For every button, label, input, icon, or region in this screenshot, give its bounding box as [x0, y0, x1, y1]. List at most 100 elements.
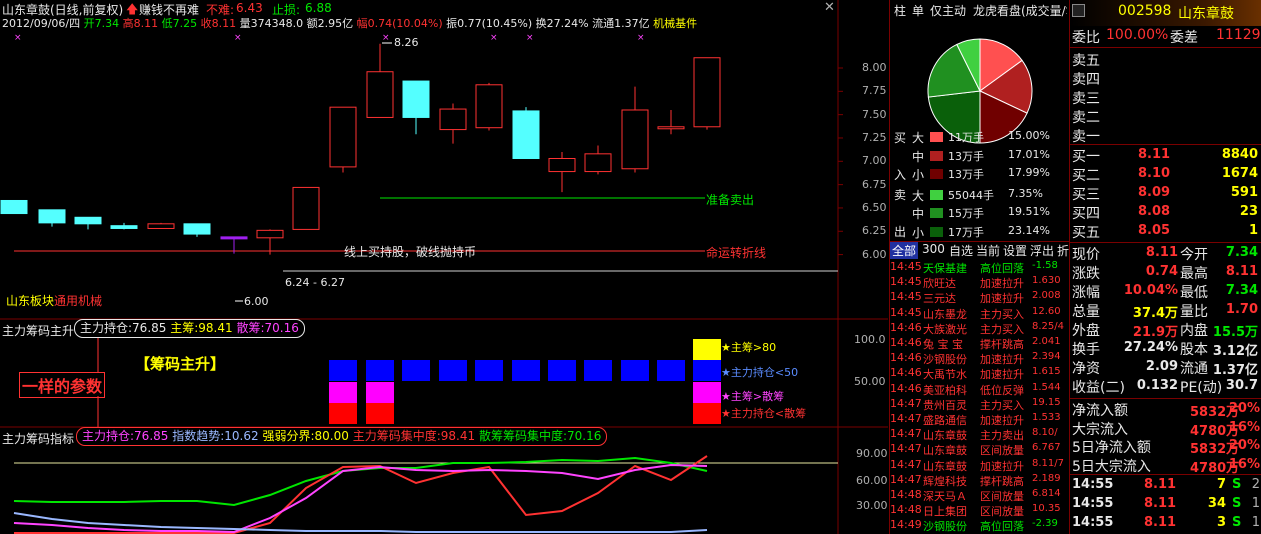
radar-value: 10.35 — [1032, 503, 1061, 515]
panel3-strong-label: 强弱分界: — [262, 429, 315, 443]
radar-stock[interactable]: 盛路通信 — [923, 412, 967, 428]
radar-action: 主力卖出 — [980, 429, 1024, 443]
radar-tab-float[interactable]: 浮出 — [1030, 242, 1054, 259]
stat-label: 最高 — [1180, 266, 1208, 282]
signal-block — [584, 360, 612, 381]
signal-marker: × — [637, 33, 645, 43]
signal-block — [475, 360, 503, 381]
panel3-main-label: 主力筹码集中度: — [352, 429, 441, 443]
stat-value: 7.34 — [1225, 245, 1258, 260]
close-icon[interactable]: ✕ — [824, 0, 835, 15]
flow-amount: 15万手 — [948, 207, 984, 220]
panel3-strong-value: 80.00 — [314, 429, 349, 443]
price-tick-label: 6.25 — [862, 224, 887, 238]
flow-size: 中 — [912, 207, 925, 221]
radar-stock[interactable]: 三元达 — [923, 290, 956, 306]
stat-label: 现价 — [1072, 247, 1100, 263]
radar-stock[interactable]: 沙钢股份 — [923, 518, 967, 534]
radar-tab-watch[interactable]: 自选 — [949, 242, 973, 259]
radar-time: 14:49 — [890, 518, 922, 532]
radar-stock[interactable]: 辉煌科技 — [923, 473, 967, 489]
bid-volume: 1 — [1248, 223, 1258, 238]
radar-stock[interactable]: 沙钢股份 — [923, 351, 967, 367]
radar-value: 1.615 — [1032, 366, 1061, 378]
signal-block — [621, 360, 649, 381]
radar-stock[interactable]: 美亚柏科 — [923, 382, 967, 398]
radar-stock[interactable]: 欣旺达 — [923, 275, 956, 291]
candle-body — [621, 109, 649, 170]
radar-tab-current[interactable]: 当前 — [976, 242, 1000, 259]
bid-volume: 1674 — [1221, 166, 1258, 181]
center-annotation: 线上买持股，破线抛持币 — [344, 245, 477, 259]
radar-value: 8.10/ — [1032, 427, 1058, 439]
flow-pct: 16% — [1228, 456, 1260, 472]
stat-label: 净资 — [1072, 361, 1100, 377]
stat-value: 1.70 — [1225, 302, 1258, 317]
radar-value: -1.58 — [1032, 260, 1058, 271]
stat-value: 3.12亿 — [1212, 344, 1258, 359]
range-label: 6.24 - 6.27 — [285, 276, 345, 289]
radar-stock[interactable]: 大禹节水 — [923, 366, 967, 382]
signal-block — [693, 403, 721, 424]
stat-value: 27.24% — [1123, 340, 1178, 355]
radar-tab-fold[interactable]: 折 — [1057, 242, 1069, 259]
signal-block — [366, 360, 394, 381]
sell-annotation: 准备卖出 — [706, 193, 755, 207]
diff-label: 委差 — [1170, 30, 1198, 46]
flow-pct: 16% — [1228, 419, 1260, 435]
radar-stock[interactable]: 山东墨龙 — [923, 306, 967, 322]
radar-stock[interactable]: 日上集团 — [923, 503, 967, 519]
signal-marker: × — [490, 33, 498, 43]
flow-pct: 7.35% — [1008, 186, 1043, 200]
radar-stock[interactable]: 山东章鼓 — [923, 427, 967, 443]
radar-time: 14:45 — [890, 290, 922, 304]
flow-pct: 23.14% — [1008, 223, 1050, 237]
quote-bar: 2012/09/06/四 开7.34 高8.11 低7.25 收8.11 量37… — [2, 15, 697, 31]
flow-size: 小 — [912, 168, 925, 182]
panel3-legend-box: 主力持仓:76.85 指数趋势:10.62 强弱分界:80.00 主力筹码集中度… — [76, 427, 608, 446]
candle-body — [38, 209, 66, 224]
chart-area[interactable]: × × × × × × 山东章鼓(日线,前复权) 🡅 赚钱不再难 不难: 6.43 止损:… — [0, 0, 888, 534]
stat-label: 涨跌 — [1072, 266, 1100, 282]
radar-action: 区间放量 — [980, 444, 1024, 458]
radar-stock[interactable]: 天保基建 — [923, 260, 967, 276]
kline-chart[interactable]: × × × × × × — [0, 0, 888, 534]
radar-tab-settings[interactable]: 设置 — [1003, 242, 1027, 259]
radar-stock[interactable]: 兔 宝 宝 — [923, 336, 963, 352]
diff-value: 11129 — [1216, 27, 1261, 43]
legend-hold-lt-50: ★主力持仓<50 — [721, 366, 799, 379]
quote-float: 流通1.37亿 — [592, 17, 650, 30]
tick-price: 8.11 — [1144, 515, 1177, 530]
window-icon[interactable] — [1072, 4, 1085, 17]
quote-header: 002598 山东章鼓 — [1070, 0, 1261, 26]
radar-stock[interactable]: 山东章鼓 — [923, 458, 967, 474]
candle-body — [657, 126, 685, 130]
signal-block — [329, 382, 357, 403]
radar-stock[interactable]: 大族激光 — [923, 321, 967, 337]
panel3-hold-label: 主力持仓: — [82, 429, 135, 443]
candle-body — [512, 110, 540, 160]
bid-volume: 591 — [1230, 185, 1258, 200]
radar-stock[interactable]: 山东章鼓 — [923, 442, 967, 458]
indicator-line — [13, 456, 708, 507]
ask-level: 卖二 — [1072, 110, 1100, 126]
radar-tab-300[interactable]: 300 — [922, 242, 945, 256]
signal-block — [329, 403, 357, 424]
candle-body — [74, 216, 102, 225]
price-tick-label: 7.50 — [862, 107, 887, 121]
candle-body — [183, 223, 211, 235]
bid-volume: 8840 — [1221, 147, 1258, 162]
panel3-trend-value: 10.62 — [224, 429, 259, 443]
radar-tab-all[interactable]: 全部 — [890, 242, 919, 259]
radar-stock[interactable]: 贵州百灵 — [923, 397, 967, 413]
radar-stock[interactable]: 深天马Ａ — [923, 488, 967, 504]
block-shandong[interactable]: 山东板块 — [6, 292, 54, 309]
radar-time: 14:47 — [890, 442, 922, 456]
radar-time: 14:46 — [890, 320, 922, 334]
stat-value: 0.74 — [1145, 264, 1178, 279]
block-machinery[interactable]: 通用机械 — [54, 292, 102, 309]
ratio-label: 委比 — [1072, 30, 1100, 46]
price-tick-label: 6.75 — [862, 177, 887, 191]
radar-time: 14:47 — [890, 412, 922, 425]
radar-action: 区间放量 — [980, 490, 1024, 503]
